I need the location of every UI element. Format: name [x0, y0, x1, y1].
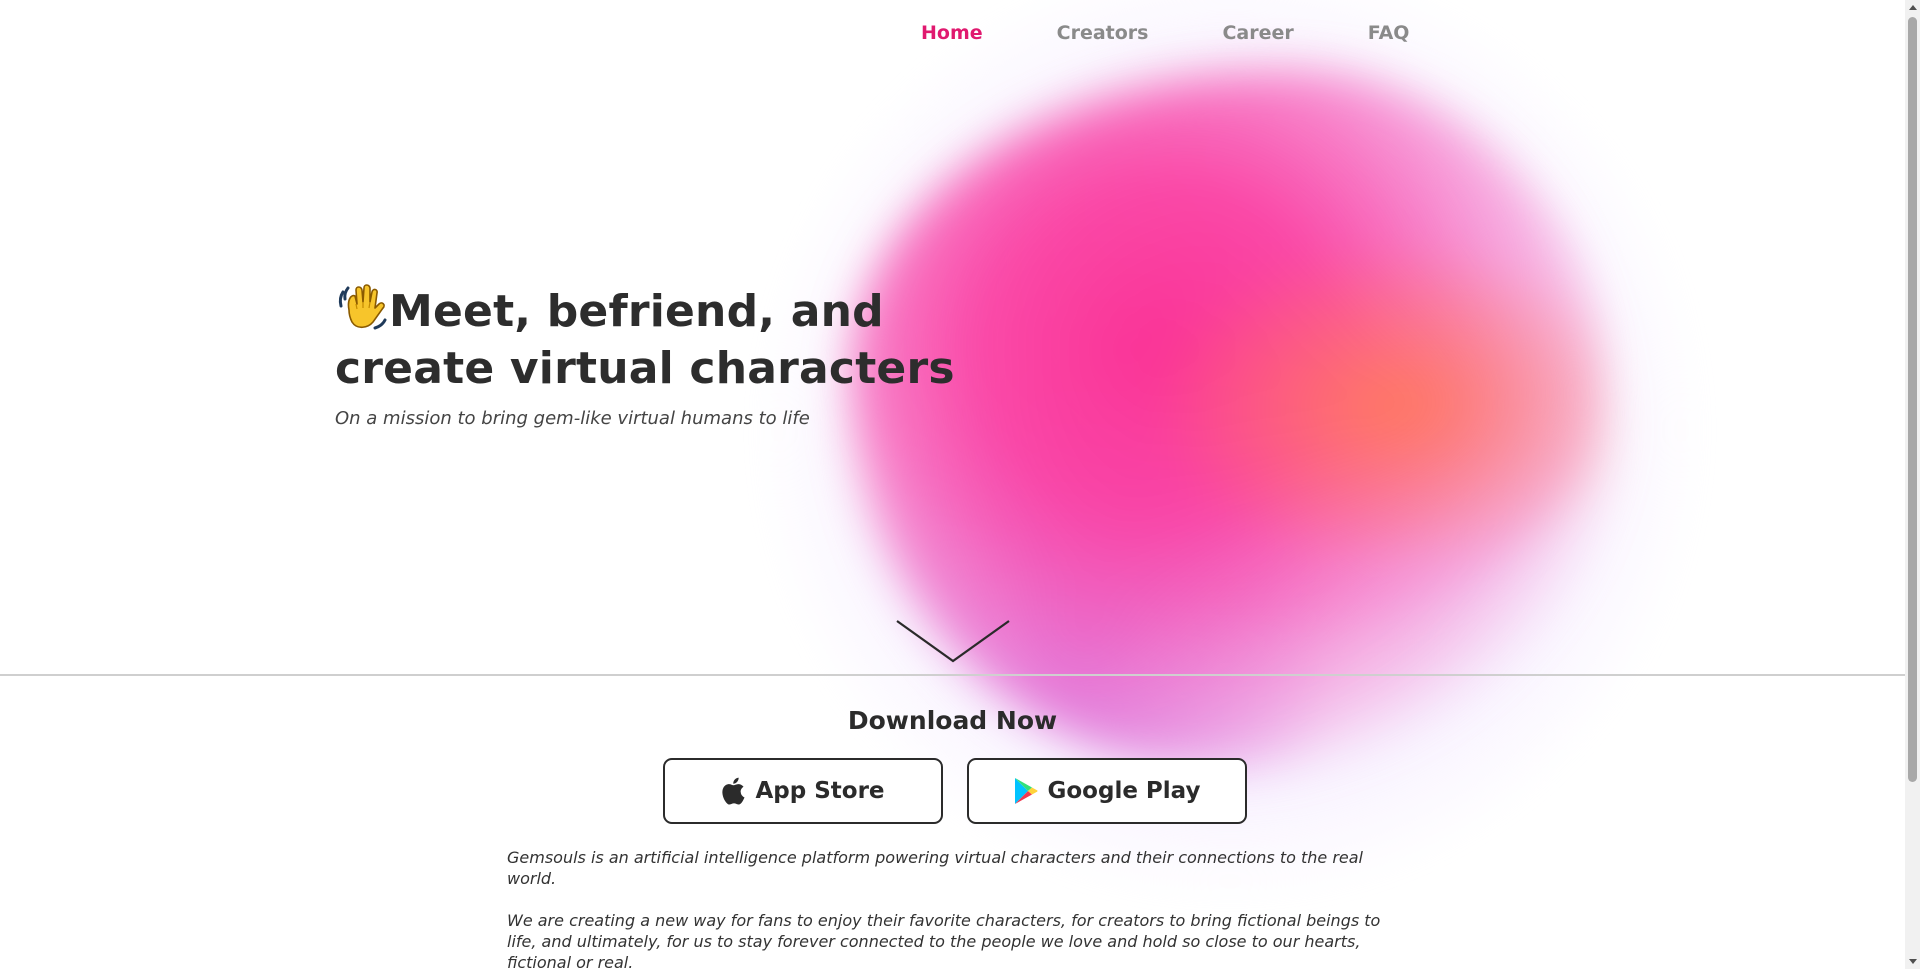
- scrollbar-thumb[interactable]: [1908, 17, 1917, 782]
- about-section: Gemsouls is an artificial intelligence p…: [507, 847, 1397, 969]
- page: Home Creators Career FAQ Meet, befriend,…: [0, 0, 1920, 969]
- nav-item-creators[interactable]: Creators: [1057, 22, 1149, 44]
- hero-gradient-blob: [0, 0, 1905, 969]
- hero-subtitle: On a mission to bring gem-like virtual h…: [335, 408, 810, 429]
- vertical-scrollbar[interactable]: [1905, 0, 1920, 969]
- nav-item-faq[interactable]: FAQ: [1368, 22, 1410, 44]
- hero-title-line1: Meet, befriend, and: [389, 286, 884, 337]
- google-play-label: Google Play: [1047, 778, 1201, 804]
- google-play-icon: [1014, 777, 1038, 805]
- app-store-button[interactable]: App Store: [663, 758, 943, 824]
- nav-item-career[interactable]: Career: [1222, 22, 1293, 44]
- scroll-down-arrow-icon[interactable]: [1905, 954, 1920, 969]
- about-paragraph: Gemsouls is an artificial intelligence p…: [507, 848, 1363, 888]
- section-divider: [0, 674, 1905, 676]
- about-paragraph: We are creating a new way for fans to en…: [507, 911, 1381, 969]
- google-play-button[interactable]: Google Play: [967, 758, 1247, 824]
- hero-title-line2: create virtual characters: [335, 343, 955, 394]
- main-nav: Home Creators Career FAQ: [921, 22, 1409, 44]
- download-title: Download Now: [847, 706, 1058, 735]
- apple-icon: [721, 777, 745, 805]
- scroll-down-chevron-icon[interactable]: [895, 617, 1011, 665]
- app-store-label: App Store: [755, 778, 885, 804]
- nav-item-home[interactable]: Home: [921, 22, 983, 44]
- waving-hand-icon: [335, 280, 389, 334]
- scroll-up-arrow-icon[interactable]: [1905, 0, 1920, 15]
- hero-title: Meet, befriend, and create virtual chara…: [335, 280, 975, 397]
